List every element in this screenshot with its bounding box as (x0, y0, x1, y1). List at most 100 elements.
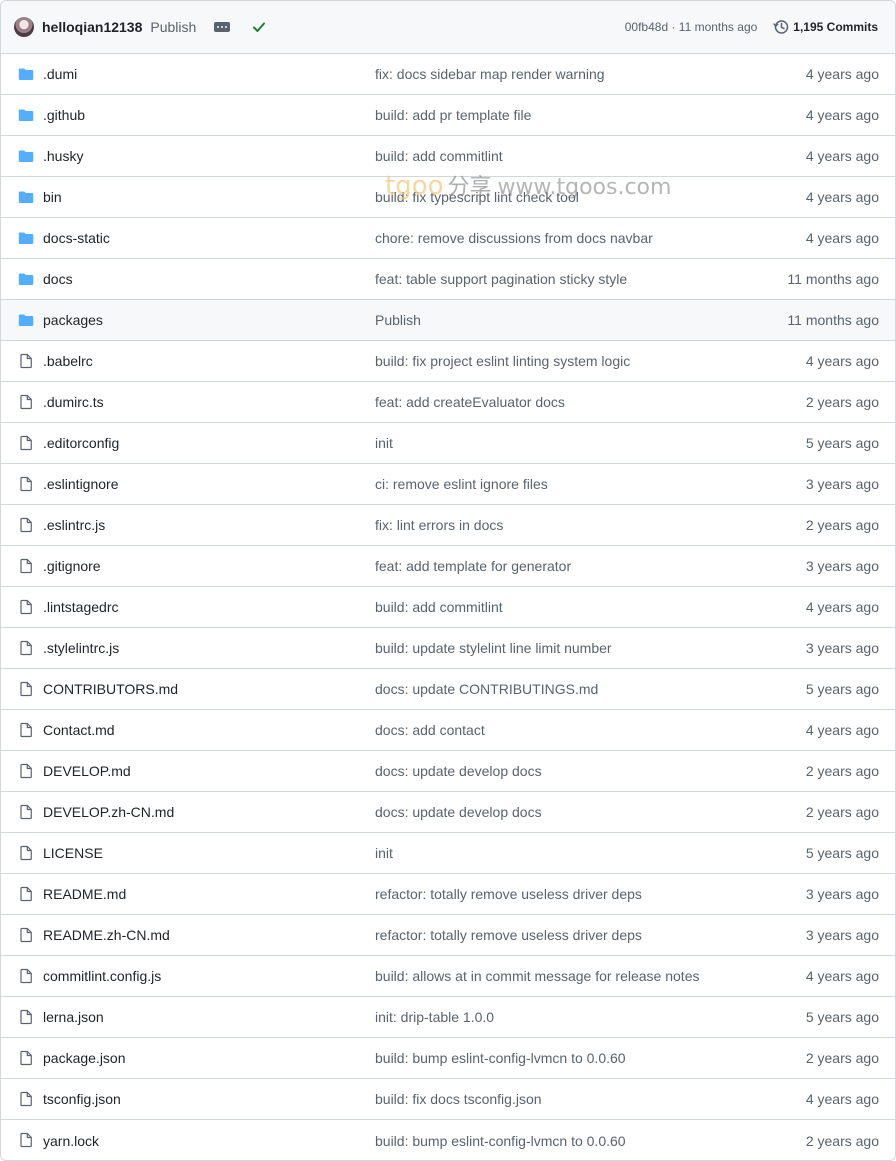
commit-sha-time[interactable]: 00fb48d · 11 months ago (625, 20, 758, 34)
commit-message-link[interactable]: Publish (375, 312, 421, 328)
file-row[interactable]: lerna.json init: drip-table 1.0.0 5 years … (1, 997, 895, 1038)
author-avatar[interactable] (14, 17, 34, 37)
file-name-link[interactable]: commitlint.config.js (43, 968, 161, 984)
file-row[interactable]: Contact.md docs: add contact 4 years ago (1, 710, 895, 751)
file-row[interactable]: .editorconfig init 5 years ago (1, 423, 895, 464)
file-row[interactable]: .github build: add pr template file 4 year… (1, 95, 895, 136)
file-row[interactable]: README.md refactor: totally remove useles… (1, 874, 895, 915)
file-name-link[interactable]: package.json (43, 1050, 126, 1066)
file-row[interactable]: DEVELOP.md docs: update develop docs 2 yea… (1, 751, 895, 792)
commit-message-link[interactable]: build: update stylelint line limit numbe… (375, 640, 612, 656)
file-name-link[interactable]: docs (43, 271, 73, 287)
commit-message-link[interactable]: init (375, 845, 393, 861)
commits-count: 1,195 Commits (793, 20, 878, 34)
file-row[interactable]: packages Publish 11 months ago (1, 300, 895, 341)
commit-message-link[interactable]: init (375, 435, 393, 451)
commit-date: 3 years ago (805, 927, 879, 943)
commit-message-link[interactable]: build: add pr template file (375, 107, 531, 123)
file-icon (20, 640, 32, 656)
commit-date: 4 years ago (805, 189, 879, 205)
file-name-link[interactable]: .stylelintrc.js (43, 640, 119, 656)
file-name-link[interactable]: .gitignore (43, 558, 101, 574)
commit-author-link[interactable]: helloqian12138 (42, 19, 142, 35)
file-name-link[interactable]: DEVELOP.md (43, 763, 131, 779)
commit-date: 2 years ago (805, 1050, 879, 1066)
file-row[interactable]: .lintstagedrc build: add commitlint 4 year… (1, 587, 895, 628)
file-row[interactable]: LICENSE init 5 years ago (1, 833, 895, 874)
commit-date: 5 years ago (805, 435, 879, 451)
file-name-link[interactable]: README.zh-CN.md (43, 927, 170, 943)
file-row[interactable]: .gitignore feat: add template for generat… (1, 546, 895, 587)
folder-icon (18, 109, 34, 121)
file-row[interactable]: docs feat: table support pagination stick… (1, 259, 895, 300)
file-row[interactable]: .stylelintrc.js build: update stylelint l… (1, 628, 895, 669)
commit-message-link[interactable]: build: fix typescript lint check tool (375, 189, 579, 205)
file-name-link[interactable]: docs-static (43, 230, 110, 246)
commit-message-link[interactable]: fix: docs sidebar map render warning (375, 66, 605, 82)
file-name-link[interactable]: .babelrc (43, 353, 93, 369)
file-name-link[interactable]: DEVELOP.zh-CN.md (43, 804, 174, 820)
commit-message-link[interactable]: docs: add contact (375, 722, 485, 738)
commit-message-link[interactable]: refactor: totally remove useless driver … (375, 927, 642, 943)
file-name-link[interactable]: tsconfig.json (43, 1091, 121, 1107)
file-row[interactable]: README.zh-CN.md refactor: totally remove … (1, 915, 895, 956)
file-name-link[interactable]: .husky (43, 148, 83, 164)
file-name-link[interactable]: .lintstagedrc (43, 599, 118, 615)
commit-message-link[interactable]: build: bump eslint-config-lvmcn to 0.0.6… (375, 1050, 626, 1066)
commit-message-link[interactable]: fix: lint errors in docs (375, 517, 503, 533)
file-row[interactable]: yarn.lock build: bump eslint-config-lvmcn… (1, 1120, 895, 1160)
file-icon (20, 558, 32, 574)
commit-message-link[interactable]: ci: remove eslint ignore files (375, 476, 548, 492)
latest-commit-message[interactable]: Publish (150, 19, 196, 35)
file-name-link[interactable]: CONTRIBUTORS.md (43, 681, 178, 697)
file-row[interactable]: .babelrc build: fix project eslint lintin… (1, 341, 895, 382)
commit-message-link[interactable]: init: drip-table 1.0.0 (375, 1009, 494, 1025)
file-row[interactable]: .dumi fix: docs sidebar map render warnin… (1, 54, 895, 95)
commit-message-link[interactable]: build: allows at in commit message for r… (375, 968, 699, 984)
file-name-link[interactable]: .eslintrc.js (43, 517, 105, 533)
check-status-icon[interactable] (251, 19, 267, 35)
file-row[interactable]: .husky build: add commitlint 4 years ago (1, 136, 895, 177)
commit-message-link[interactable]: feat: table support pagination sticky st… (375, 271, 627, 287)
commit-date: 4 years ago (805, 353, 879, 369)
file-name-link[interactable]: .editorconfig (43, 435, 119, 451)
file-row[interactable]: .dumirc.ts feat: add createEvaluator docs… (1, 382, 895, 423)
file-row[interactable]: DEVELOP.zh-CN.md docs: update develop doc… (1, 792, 895, 833)
file-row[interactable]: bin build: fix typescript lint check tool… (1, 177, 895, 218)
file-name-link[interactable]: Contact.md (43, 722, 115, 738)
commit-message-link[interactable]: build: fix project eslint linting system… (375, 353, 630, 369)
file-row[interactable]: .eslintrc.js fix: lint errors in docs 2 ye… (1, 505, 895, 546)
commit-date: 4 years ago (805, 1091, 879, 1107)
file-row[interactable]: package.json build: bump eslint-config-lv… (1, 1038, 895, 1079)
commit-message-link[interactable]: feat: add template for generator (375, 558, 571, 574)
commit-message-link[interactable]: build: add commitlint (375, 599, 503, 615)
file-name-link[interactable]: LICENSE (43, 845, 103, 861)
commit-message-link[interactable]: docs: update develop docs (375, 763, 542, 779)
file-name-link[interactable]: bin (43, 189, 62, 205)
file-icon (20, 681, 32, 697)
ellipsis-expand-icon[interactable] (214, 22, 231, 32)
file-name-link[interactable]: packages (43, 312, 103, 328)
commit-message-link[interactable]: build: add commitlint (375, 148, 503, 164)
file-row[interactable]: CONTRIBUTORS.md docs: update CONTRIBUTING… (1, 669, 895, 710)
file-name-link[interactable]: lerna.json (43, 1009, 104, 1025)
file-name-link[interactable]: .github (43, 107, 85, 123)
file-name-link[interactable]: .dumirc.ts (43, 394, 104, 410)
commit-message-link[interactable]: refactor: totally remove useless driver … (375, 886, 642, 902)
commit-message-link[interactable]: docs: update CONTRIBUTINGS.md (375, 681, 598, 697)
file-row[interactable]: commitlint.config.js build: allows at in … (1, 956, 895, 997)
commit-message-link[interactable]: build: bump eslint-config-lvmcn to 0.0.6… (375, 1133, 626, 1149)
file-row[interactable]: docs-static chore: remove discussions fro… (1, 218, 895, 259)
file-row[interactable]: tsconfig.json build: fix docs tsconfig.js… (1, 1079, 895, 1120)
file-row[interactable]: .eslintignore ci: remove eslint ignore fi… (1, 464, 895, 505)
file-name-link[interactable]: .dumi (43, 66, 77, 82)
commit-message-link[interactable]: docs: update develop docs (375, 804, 542, 820)
file-name-link[interactable]: README.md (43, 886, 126, 902)
file-name-link[interactable]: .eslintignore (43, 476, 119, 492)
commit-message-link[interactable]: build: fix docs tsconfig.json (375, 1091, 542, 1107)
commit-message-link[interactable]: chore: remove discussions from docs navb… (375, 230, 653, 246)
folder-icon (18, 68, 34, 80)
commit-message-link[interactable]: feat: add createEvaluator docs (375, 394, 565, 410)
file-name-link[interactable]: yarn.lock (43, 1133, 99, 1149)
commits-link[interactable]: 1,195 Commits (773, 19, 878, 35)
